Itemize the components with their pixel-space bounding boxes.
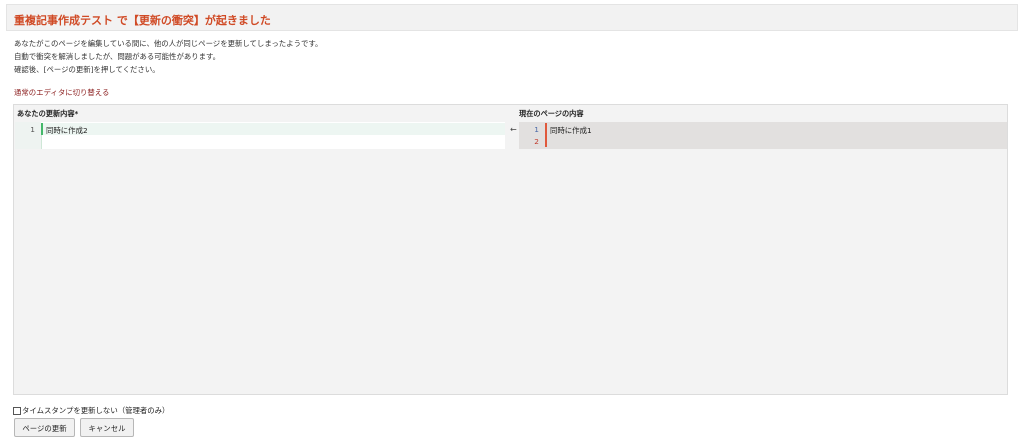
change-marker: [41, 123, 43, 135]
merge-editor: あなたの更新内容* 現在のページの内容 1 同時に作成2 ← 1 同時に作成1 …: [13, 104, 1008, 395]
current-page-header: 現在のページの内容: [519, 109, 584, 118]
cancel-button[interactable]: キャンセル: [80, 418, 134, 437]
conflict-message-line2: 自動で衝突を解消しましたが、問題がある可能性があります。: [14, 52, 221, 61]
no-timestamp-checkbox[interactable]: [13, 406, 21, 415]
line-number: 2: [534, 137, 539, 146]
line-number: 1: [30, 125, 35, 134]
line-text: 同時に作成2: [46, 126, 88, 135]
your-changes-header: あなたの更新内容*: [17, 109, 79, 118]
page-title: 重複記事作成テスト で【更新の衝突】が起きました: [14, 14, 271, 27]
title-bar: 重複記事作成テスト で【更新の衝突】が起きました: [6, 4, 1018, 31]
no-timestamp-label: タイムスタンプを更新しない（管理者のみ）: [22, 406, 170, 415]
change-marker: [545, 123, 547, 135]
merge-left-arrow-icon[interactable]: ←: [510, 125, 517, 134]
switch-editor-link[interactable]: 通常のエディタに切り替える: [14, 87, 109, 98]
editor-line[interactable]: 1 同時に作成1: [519, 123, 1007, 135]
editor-line[interactable]: 1 同時に作成2: [15, 123, 505, 135]
current-page-editor[interactable]: 1 同時に作成1 2: [519, 122, 1007, 149]
editor-line[interactable]: 2: [519, 135, 1007, 147]
line-number: 1: [534, 125, 539, 134]
conflict-message-line3: 確認後、[ページの更新]を押してください。: [14, 65, 160, 74]
no-timestamp-option[interactable]: タイムスタンプを更新しない（管理者のみ）: [13, 405, 169, 416]
conflict-message-line1: あなたがこのページを編集している間に、他の人が同じページを更新してしまったようで…: [14, 39, 323, 48]
update-page-button[interactable]: ページの更新: [14, 418, 75, 437]
change-marker: [545, 135, 547, 147]
your-changes-editor[interactable]: 1 同時に作成2: [15, 122, 505, 149]
